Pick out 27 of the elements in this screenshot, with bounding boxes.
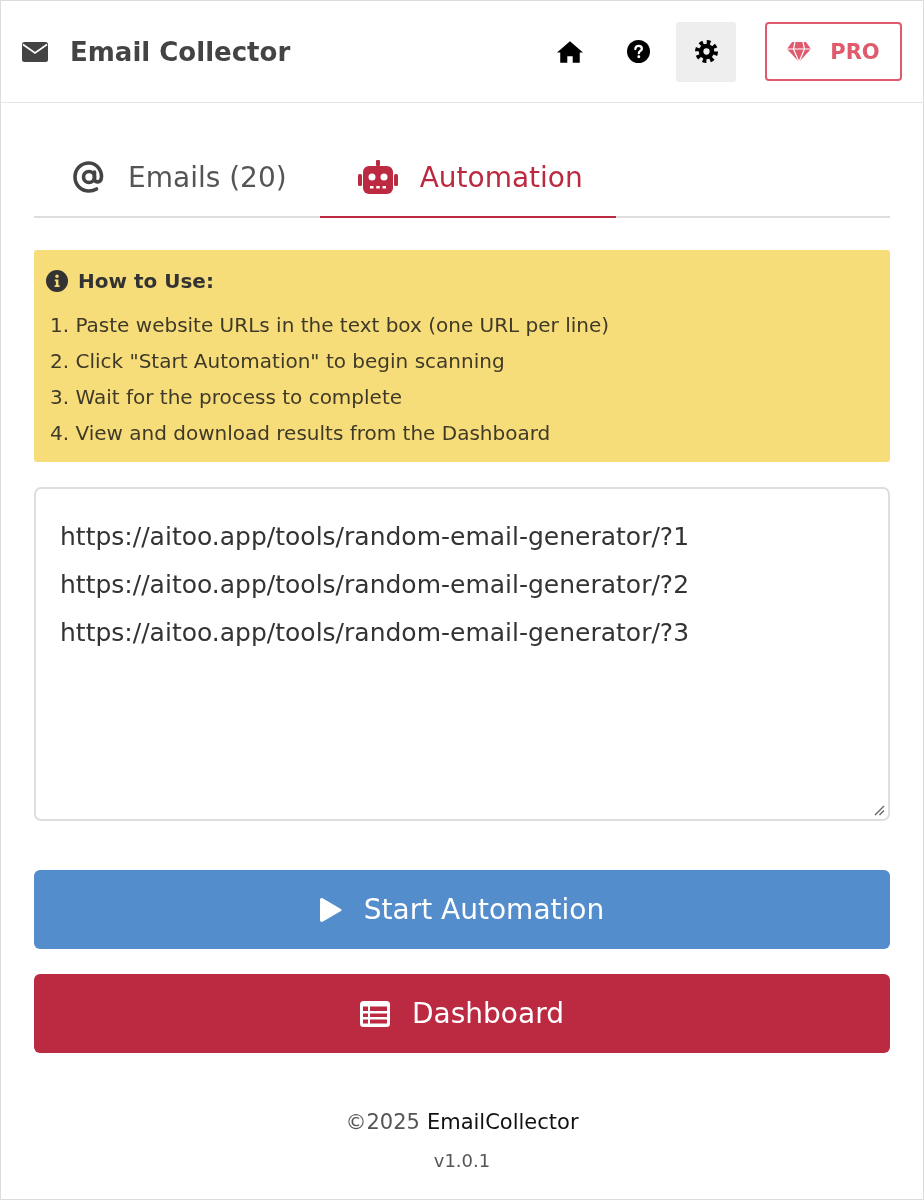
settings-button[interactable] <box>676 21 736 82</box>
robot-icon <box>357 160 398 194</box>
home-icon <box>557 40 583 63</box>
table-list-icon <box>360 1000 391 1027</box>
info-icon <box>46 270 68 292</box>
instruction-step: 2. Click "Start Automation" to begin scanning <box>46 343 878 379</box>
start-automation-button[interactable]: Start Automation <box>34 870 890 949</box>
pro-button[interactable]: PRO <box>765 22 902 81</box>
gem-icon <box>787 41 812 62</box>
envelope-icon <box>22 41 48 62</box>
dashboard-button[interactable]: Dashboard <box>34 974 890 1053</box>
resize-grip-icon <box>873 804 885 816</box>
play-icon <box>319 896 342 923</box>
help-icon <box>626 40 650 63</box>
instruction-step: 3. Wait for the process to complete <box>46 379 878 415</box>
gear-icon <box>694 40 718 63</box>
at-sign-icon <box>72 160 106 194</box>
app-title: Email Collector <box>70 36 291 67</box>
version-text: v1.0.1 <box>433 1149 491 1173</box>
url-textarea[interactable]: https://aitoo.app/tools/random-email-generator/?1 https://aitoo.app/tools/random-email-generator/?2 https://aitoo.app/tools/random-email-generator/?3 <box>34 487 890 821</box>
copyright-text: ©2025 <box>345 1109 420 1136</box>
automation-tab[interactable]: Automation <box>319 138 616 218</box>
instruction-step: 4. View and download results from the Dashboard <box>46 415 878 451</box>
brand-link[interactable]: EmailCollector <box>426 1104 579 1140</box>
instructions-title: How to Use: <box>78 269 214 293</box>
emails-tab[interactable]: Emails (20) <box>34 138 320 218</box>
instruction-step: 1. Paste website URLs in the text box (one URL per line) <box>46 307 878 343</box>
